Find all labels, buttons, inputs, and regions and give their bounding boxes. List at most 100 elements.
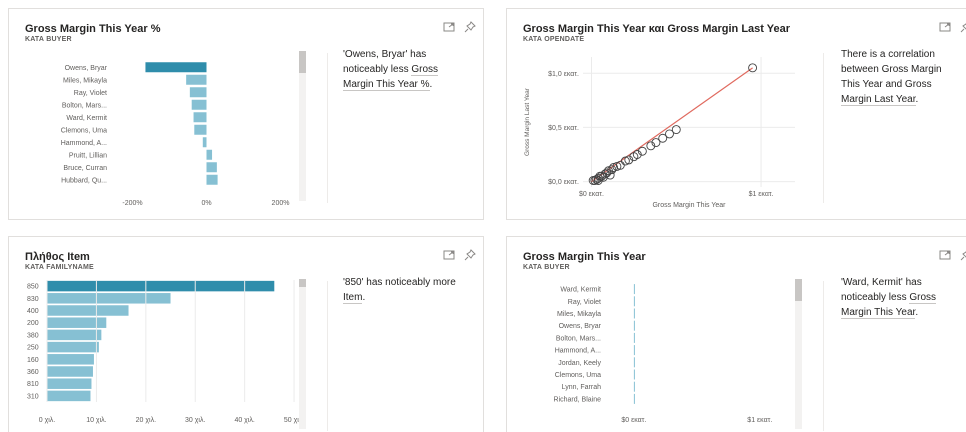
insight-text[interactable]: '850' has noticeably more Item. (343, 275, 483, 305)
category-label: Ward, Kermit (66, 115, 107, 122)
bar (194, 124, 207, 135)
insight-text[interactable]: There is a correlation between Gross Mar… (841, 47, 961, 107)
insight-part: . (915, 307, 919, 318)
category-label: 850 (27, 284, 39, 291)
pin-icon[interactable] (960, 249, 966, 261)
bar (189, 87, 207, 98)
bar (47, 280, 275, 292)
visual-header-icons (939, 21, 966, 33)
bar (633, 393, 635, 404)
bar (633, 345, 635, 356)
category-label: Owens, Bryar (559, 323, 602, 330)
scrollbar[interactable] (795, 279, 802, 429)
category-label: Pruitt, Lillian (69, 152, 107, 159)
pin-icon[interactable] (464, 249, 476, 261)
divider (327, 281, 328, 431)
bar (47, 366, 93, 377)
pin-icon[interactable] (464, 21, 476, 33)
visual-title: Gross Margin This Year % (25, 23, 161, 35)
category-label: 250 (27, 345, 39, 352)
visual-header-icons (443, 21, 476, 33)
bar (633, 320, 635, 331)
bar (206, 162, 217, 173)
expand-icon[interactable] (443, 21, 455, 33)
visual-card-item-count[interactable]: Πλήθος Item ΚΑΤΑ FAMILYNAME 850 830 400 200… (8, 236, 484, 432)
expand-icon[interactable] (443, 249, 455, 261)
category-label: Miles, Mikayla (63, 77, 107, 84)
visual-title: Gross Margin This Year και Gross Margin … (523, 23, 791, 35)
scrollbar-thumb[interactable] (795, 279, 802, 301)
insight-part: . (429, 79, 433, 90)
bar-chart: Owens, Bryar Miles, Mikayla Ray, Violet Bol… (61, 62, 289, 207)
bar (47, 329, 102, 341)
category-label: Ward, Kermit (560, 287, 601, 294)
category-label: 360 (27, 369, 39, 376)
expand-icon[interactable] (939, 21, 951, 33)
bar (47, 317, 107, 328)
bar (633, 296, 635, 307)
bar (47, 390, 91, 402)
category-label: Hammond, A... (61, 140, 107, 147)
bar (191, 99, 207, 110)
x-tick-label: 10 χιλ. (86, 417, 106, 424)
insight-part: . (362, 292, 366, 303)
x-tick-label: $1 εκατ. (747, 417, 772, 424)
visual-header-icons (939, 249, 966, 261)
x-axis-title: Gross Margin This Year (652, 202, 726, 209)
insight-part: There is a correlation (841, 49, 935, 60)
divider (327, 53, 328, 203)
divider (823, 53, 824, 203)
bar (186, 74, 207, 85)
category-label: Hammond, A... (555, 348, 601, 355)
insight-measure: Margin This Year (841, 307, 916, 319)
insight-part: 'Owens, Bryar' has (343, 49, 427, 60)
scrollbar-thumb[interactable] (299, 279, 306, 287)
insight-part: This Year and Gross (841, 79, 932, 90)
insight-part: '850' has noticeably more (343, 277, 456, 288)
category-label: 310 (27, 393, 39, 400)
bar (206, 174, 218, 185)
bar (47, 354, 94, 365)
x-tick-label: 30 χιλ. (185, 417, 205, 424)
insight-measure: Margin Last Year (841, 94, 916, 106)
visual-title: Πλήθος Item (25, 251, 90, 263)
bar (47, 378, 92, 389)
scrollbar-thumb[interactable] (299, 51, 306, 73)
scatter-chart: $0,0 εκατ. $0,5 εκατ. $1,0 εκατ. $0 εκατ. $1… (524, 57, 795, 209)
insight-measure: Gross (411, 64, 439, 76)
scrollbar[interactable] (299, 51, 306, 201)
x-tick-label: $0 εκατ. (621, 417, 646, 424)
bar (206, 149, 213, 160)
bar (633, 357, 635, 368)
bar (47, 341, 99, 353)
category-label: Bruce, Curran (63, 165, 107, 172)
bar (633, 369, 635, 380)
pin-icon[interactable] (960, 21, 966, 33)
category-label: Miles, Mikayla (557, 311, 601, 318)
category-label: 400 (27, 308, 39, 315)
insight-part: 'Ward, Kermit' has (841, 277, 922, 288)
scrollbar[interactable] (299, 279, 306, 429)
category-label: Owens, Bryar (65, 65, 108, 72)
x-tick-label: 0 χιλ. (39, 417, 56, 424)
visual-card-gm-correlation[interactable]: Gross Margin This Year και Gross Margin … (506, 8, 966, 220)
expand-icon[interactable] (939, 249, 951, 261)
insight-text[interactable]: 'Ward, Kermit' has noticeably less Gross… (841, 275, 961, 320)
insight-text[interactable]: 'Owens, Bryar' has noticeably less Gross… (343, 47, 483, 92)
category-label: Clemons, Uma (61, 127, 107, 134)
visual-subtitle: ΚΑΤΑ FAMILYNAME (25, 264, 94, 271)
visual-card-gross-margin[interactable]: Gross Margin This Year ΚΑΤΑ BUYER Ward, … (506, 236, 966, 432)
category-label: Lynn, Farrah (562, 384, 602, 391)
y-tick-label: $0,0 εκατ. (548, 179, 579, 186)
category-label: Bolton, Mars... (62, 102, 107, 109)
insight-measure: Item (343, 292, 363, 304)
y-axis-title: Gross Margin Last Year (524, 87, 531, 156)
visual-card-gross-margin-pct[interactable]: Gross Margin This Year % ΚΑΤΑ BUYER Owen… (8, 8, 484, 220)
data-point (671, 125, 681, 135)
bar-chart: 850 830 400 200 380 250 160 360 810 310 0 χιλ. 10 χ… (27, 280, 304, 424)
bar (633, 284, 635, 295)
insight-measure: Margin This Year % (343, 79, 430, 91)
x-tick-label: 40 χιλ. (234, 417, 254, 424)
visual-subtitle: ΚΑΤΑ OPENDATE (523, 36, 585, 43)
category-label: 160 (27, 357, 39, 364)
